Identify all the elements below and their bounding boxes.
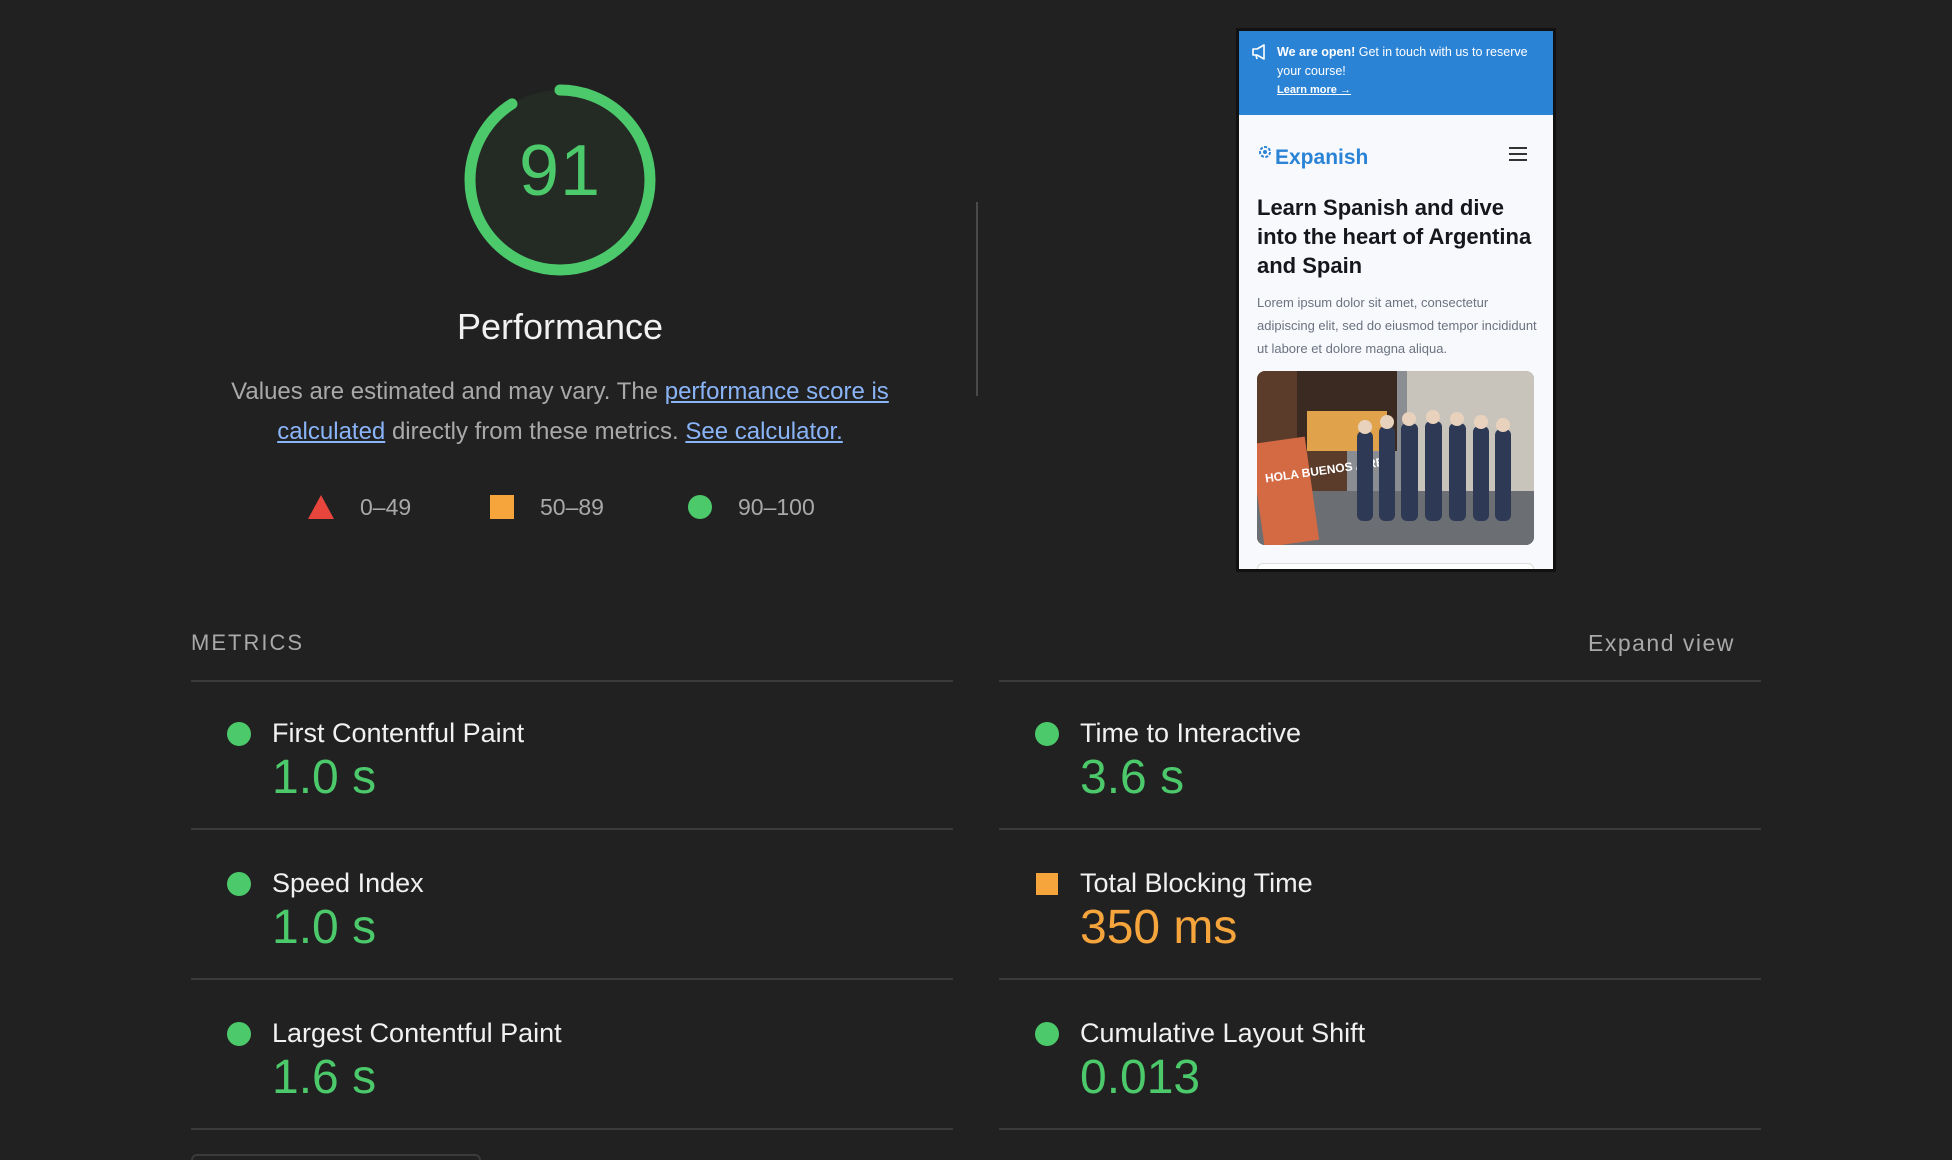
metric-divider (999, 828, 1761, 830)
metric-name: Total Blocking Time (1080, 868, 1313, 898)
metric-value: 3.6 s (1080, 751, 1185, 804)
group-photo-image: HOLA BUENOS AIRES (1257, 371, 1534, 545)
see-calculator-link[interactable]: See calculator. (685, 418, 842, 445)
legend-label: 50–89 (540, 493, 604, 520)
description-text: directly from these metrics. (385, 418, 686, 445)
metric-name: Largest Contentful Paint (272, 1018, 562, 1048)
metric-divider (191, 828, 953, 830)
brand-name: Expanish (1275, 146, 1369, 169)
metric-name: First Contentful Paint (272, 718, 525, 748)
circle-pass-icon (1035, 722, 1059, 746)
legend-fail: 0–49 (308, 492, 411, 522)
metric-divider (999, 978, 1761, 980)
performance-score: 91 (518, 131, 602, 211)
metric-name: Speed Index (272, 868, 424, 898)
circle-pass-icon (227, 1022, 251, 1046)
expand-view-button[interactable]: Expand view (1588, 630, 1735, 657)
metric-divider (191, 978, 953, 980)
vertical-divider (976, 202, 978, 396)
circle-pass-icon (227, 722, 251, 746)
banner-bold: We are open! (1277, 45, 1356, 59)
legend-label: 90–100 (738, 493, 815, 520)
square-average-icon (1036, 873, 1058, 895)
hero-text: Lorem ipsum dolor sit amet, consectetur … (1257, 295, 1537, 356)
page-screenshot[interactable]: We are open! Get in touch with us to res… (1236, 28, 1556, 572)
learn-more-label: Learn more (1277, 84, 1337, 96)
square-average-icon (490, 495, 514, 519)
legend-label: 0–49 (360, 493, 412, 520)
brand-logo: Expanish (1257, 143, 1368, 173)
metric-name: Cumulative Layout Shift (1080, 1018, 1366, 1048)
metric-value: 1.6 s (272, 1051, 377, 1104)
announcement-banner: We are open! Get in touch with us to res… (1239, 31, 1553, 115)
megaphone-icon (1252, 44, 1265, 60)
metric-name: Time to Interactive (1080, 718, 1302, 748)
gauge-title: Performance (456, 306, 664, 347)
circle-pass-icon (1035, 1022, 1059, 1046)
footer-button-stub[interactable] (191, 1154, 481, 1160)
metric-value: 1.0 s (272, 901, 377, 954)
metric-divider (999, 680, 1761, 682)
triangle-fail-icon (308, 495, 334, 519)
circle-pass-icon (227, 872, 251, 896)
description-text: Values are estimated and may vary. The (231, 378, 665, 405)
metrics-heading: METRICS (191, 630, 304, 655)
metric-divider (191, 680, 953, 682)
metric-value: 1.0 s (272, 751, 377, 804)
circle-pass-icon (688, 495, 712, 519)
hero-title: Learn Spanish and dive into the heart of… (1257, 195, 1532, 278)
legend-average: 50–89 (490, 492, 604, 522)
metric-divider (191, 1128, 953, 1130)
metric-divider (999, 1128, 1761, 1130)
metric-value: 0.013 (1080, 1051, 1201, 1104)
logo-flower-icon (1259, 146, 1271, 158)
score-description: Values are estimated and may vary. The p… (210, 372, 910, 452)
hamburger-menu-icon (1509, 147, 1527, 161)
card-stub (1257, 563, 1534, 569)
legend-pass: 90–100 (688, 492, 815, 522)
metric-value: 350 ms (1080, 901, 1238, 954)
banner-message: We are open! Get in touch with us to res… (1277, 43, 1541, 81)
arrow-right-icon: → (1339, 84, 1351, 96)
learn-more-link: Learn more → (1277, 81, 1541, 100)
